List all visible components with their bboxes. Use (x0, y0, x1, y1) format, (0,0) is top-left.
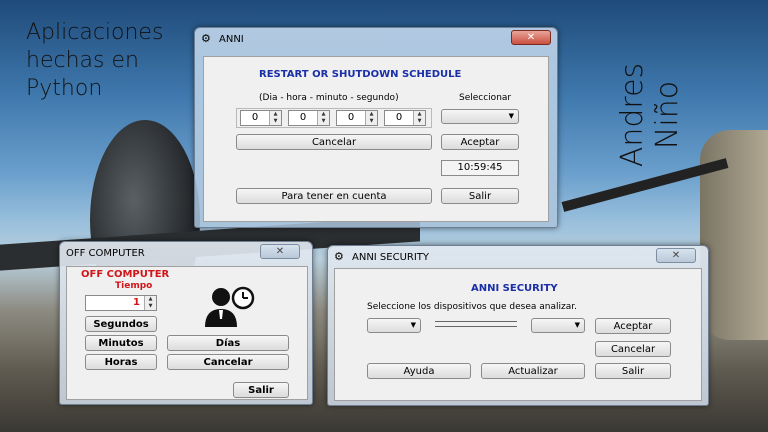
spin-down-icon[interactable]: ▼ (270, 118, 281, 125)
spin-down-icon[interactable]: ▼ (366, 118, 377, 125)
off-close-button[interactable]: ✕ (260, 244, 300, 259)
spin-down-icon[interactable]: ▼ (414, 118, 425, 125)
anni-title: ANNI (219, 33, 244, 45)
device-select-right[interactable]: ▼ (531, 318, 585, 333)
chevron-down-icon: ▼ (410, 321, 416, 329)
chevron-down-icon: ▼ (508, 112, 514, 120)
security-heading: ANNI SECURITY (471, 283, 558, 294)
spin-up-icon[interactable]: ▲ (318, 111, 329, 118)
anni-client-area: RESTART OR SHUTDOWN SCHEDULE (Dia - hora… (203, 56, 549, 222)
time-spinner[interactable]: 1 ▲ ▼ (85, 295, 157, 311)
security-instruction: Seleccione los dispositivos que desea an… (367, 302, 577, 312)
anni-accept-button[interactable]: Aceptar (441, 134, 519, 150)
author-name: Andres Niño (615, 62, 685, 168)
minute-value: 0 (347, 112, 355, 123)
off-cancel-button[interactable]: Cancelar (167, 354, 289, 370)
desktop-background: Aplicaciones hechas en Python Andres Niñ… (0, 0, 768, 432)
time-label: Tiempo (115, 281, 153, 291)
caption-line-2: hechas en (26, 48, 139, 73)
security-titlebar[interactable]: ⚙ ANNI SECURITY (328, 246, 708, 268)
security-title: ANNI SECURITY (352, 251, 430, 263)
spin-down-icon[interactable]: ▼ (318, 118, 329, 125)
minutes-button[interactable]: Minutos (85, 335, 157, 351)
seconds-button[interactable]: Segundos (85, 316, 157, 332)
hour-value: 0 (299, 112, 307, 123)
notes-button[interactable]: Para tener en cuenta (236, 188, 432, 204)
spin-up-icon[interactable]: ▲ (414, 111, 425, 118)
device-select-left[interactable]: ▼ (367, 318, 421, 333)
time-value: 1 (133, 297, 140, 308)
day-spinner[interactable]: 0 ▲ ▼ (240, 110, 282, 126)
second-value: 0 (395, 112, 403, 123)
security-cancel-button[interactable]: Cancelar (595, 341, 671, 357)
spin-up-icon[interactable]: ▲ (145, 296, 156, 303)
anni-titlebar[interactable]: ⚙ ANNI (195, 28, 557, 50)
day-value: 0 (251, 112, 259, 123)
help-button[interactable]: Ayuda (367, 363, 471, 379)
chevron-down-icon: ▼ (574, 321, 580, 329)
security-client-area: ANNI SECURITY Seleccione los dispositivo… (334, 268, 702, 401)
caption-line-1: Aplicaciones (26, 20, 164, 45)
security-exit-button[interactable]: Salir (595, 363, 671, 379)
spin-up-icon[interactable]: ▲ (270, 111, 281, 118)
off-computer-window: OFF COMPUTER ✕ OFF COMPUTER Tiempo 1 ▲ ▼ … (59, 241, 313, 405)
hours-button[interactable]: Horas (85, 354, 157, 370)
security-accept-button[interactable]: Aceptar (595, 318, 671, 334)
off-heading: OFF COMPUTER (81, 269, 170, 280)
security-close-button[interactable]: ✕ (656, 248, 696, 263)
app-icon: ⚙ (334, 250, 344, 263)
anni-cancel-button[interactable]: Cancelar (236, 134, 432, 150)
anni-format-label: (Dia - hora - minuto - segundo) (259, 93, 399, 103)
anni-select-label: Seleccionar (459, 93, 512, 103)
action-select[interactable]: ▼ (441, 109, 519, 124)
app-icon: ⚙ (201, 32, 211, 45)
anni-close-button[interactable]: ✕ (511, 30, 551, 45)
clock-display: 10:59:45 (441, 160, 519, 176)
hour-spinner[interactable]: 0 ▲ ▼ (288, 110, 330, 126)
off-client-area: OFF COMPUTER Tiempo 1 ▲ ▼ Segundos Minuto… (66, 266, 308, 400)
anni-heading: RESTART OR SHUTDOWN SCHEDULE (259, 69, 462, 80)
spin-up-icon[interactable]: ▲ (366, 111, 377, 118)
second-spinner[interactable]: 0 ▲ ▼ (384, 110, 426, 126)
spin-down-icon[interactable]: ▼ (145, 303, 156, 310)
caption-line-3: Python (26, 76, 103, 101)
refresh-button[interactable]: Actualizar (481, 363, 585, 379)
off-exit-button[interactable]: Salir (233, 382, 289, 398)
off-title: OFF COMPUTER (66, 247, 145, 259)
separator-line (435, 321, 517, 327)
anni-exit-button[interactable]: Salir (441, 188, 519, 204)
user-clock-icon (205, 286, 255, 327)
anni-security-window: ⚙ ANNI SECURITY ✕ ANNI SECURITY Seleccio… (327, 245, 709, 406)
minute-spinner[interactable]: 0 ▲ ▼ (336, 110, 378, 126)
anni-window: ⚙ ANNI ✕ RESTART OR SHUTDOWN SCHEDULE (D… (194, 27, 558, 228)
days-button[interactable]: Días (167, 335, 289, 351)
